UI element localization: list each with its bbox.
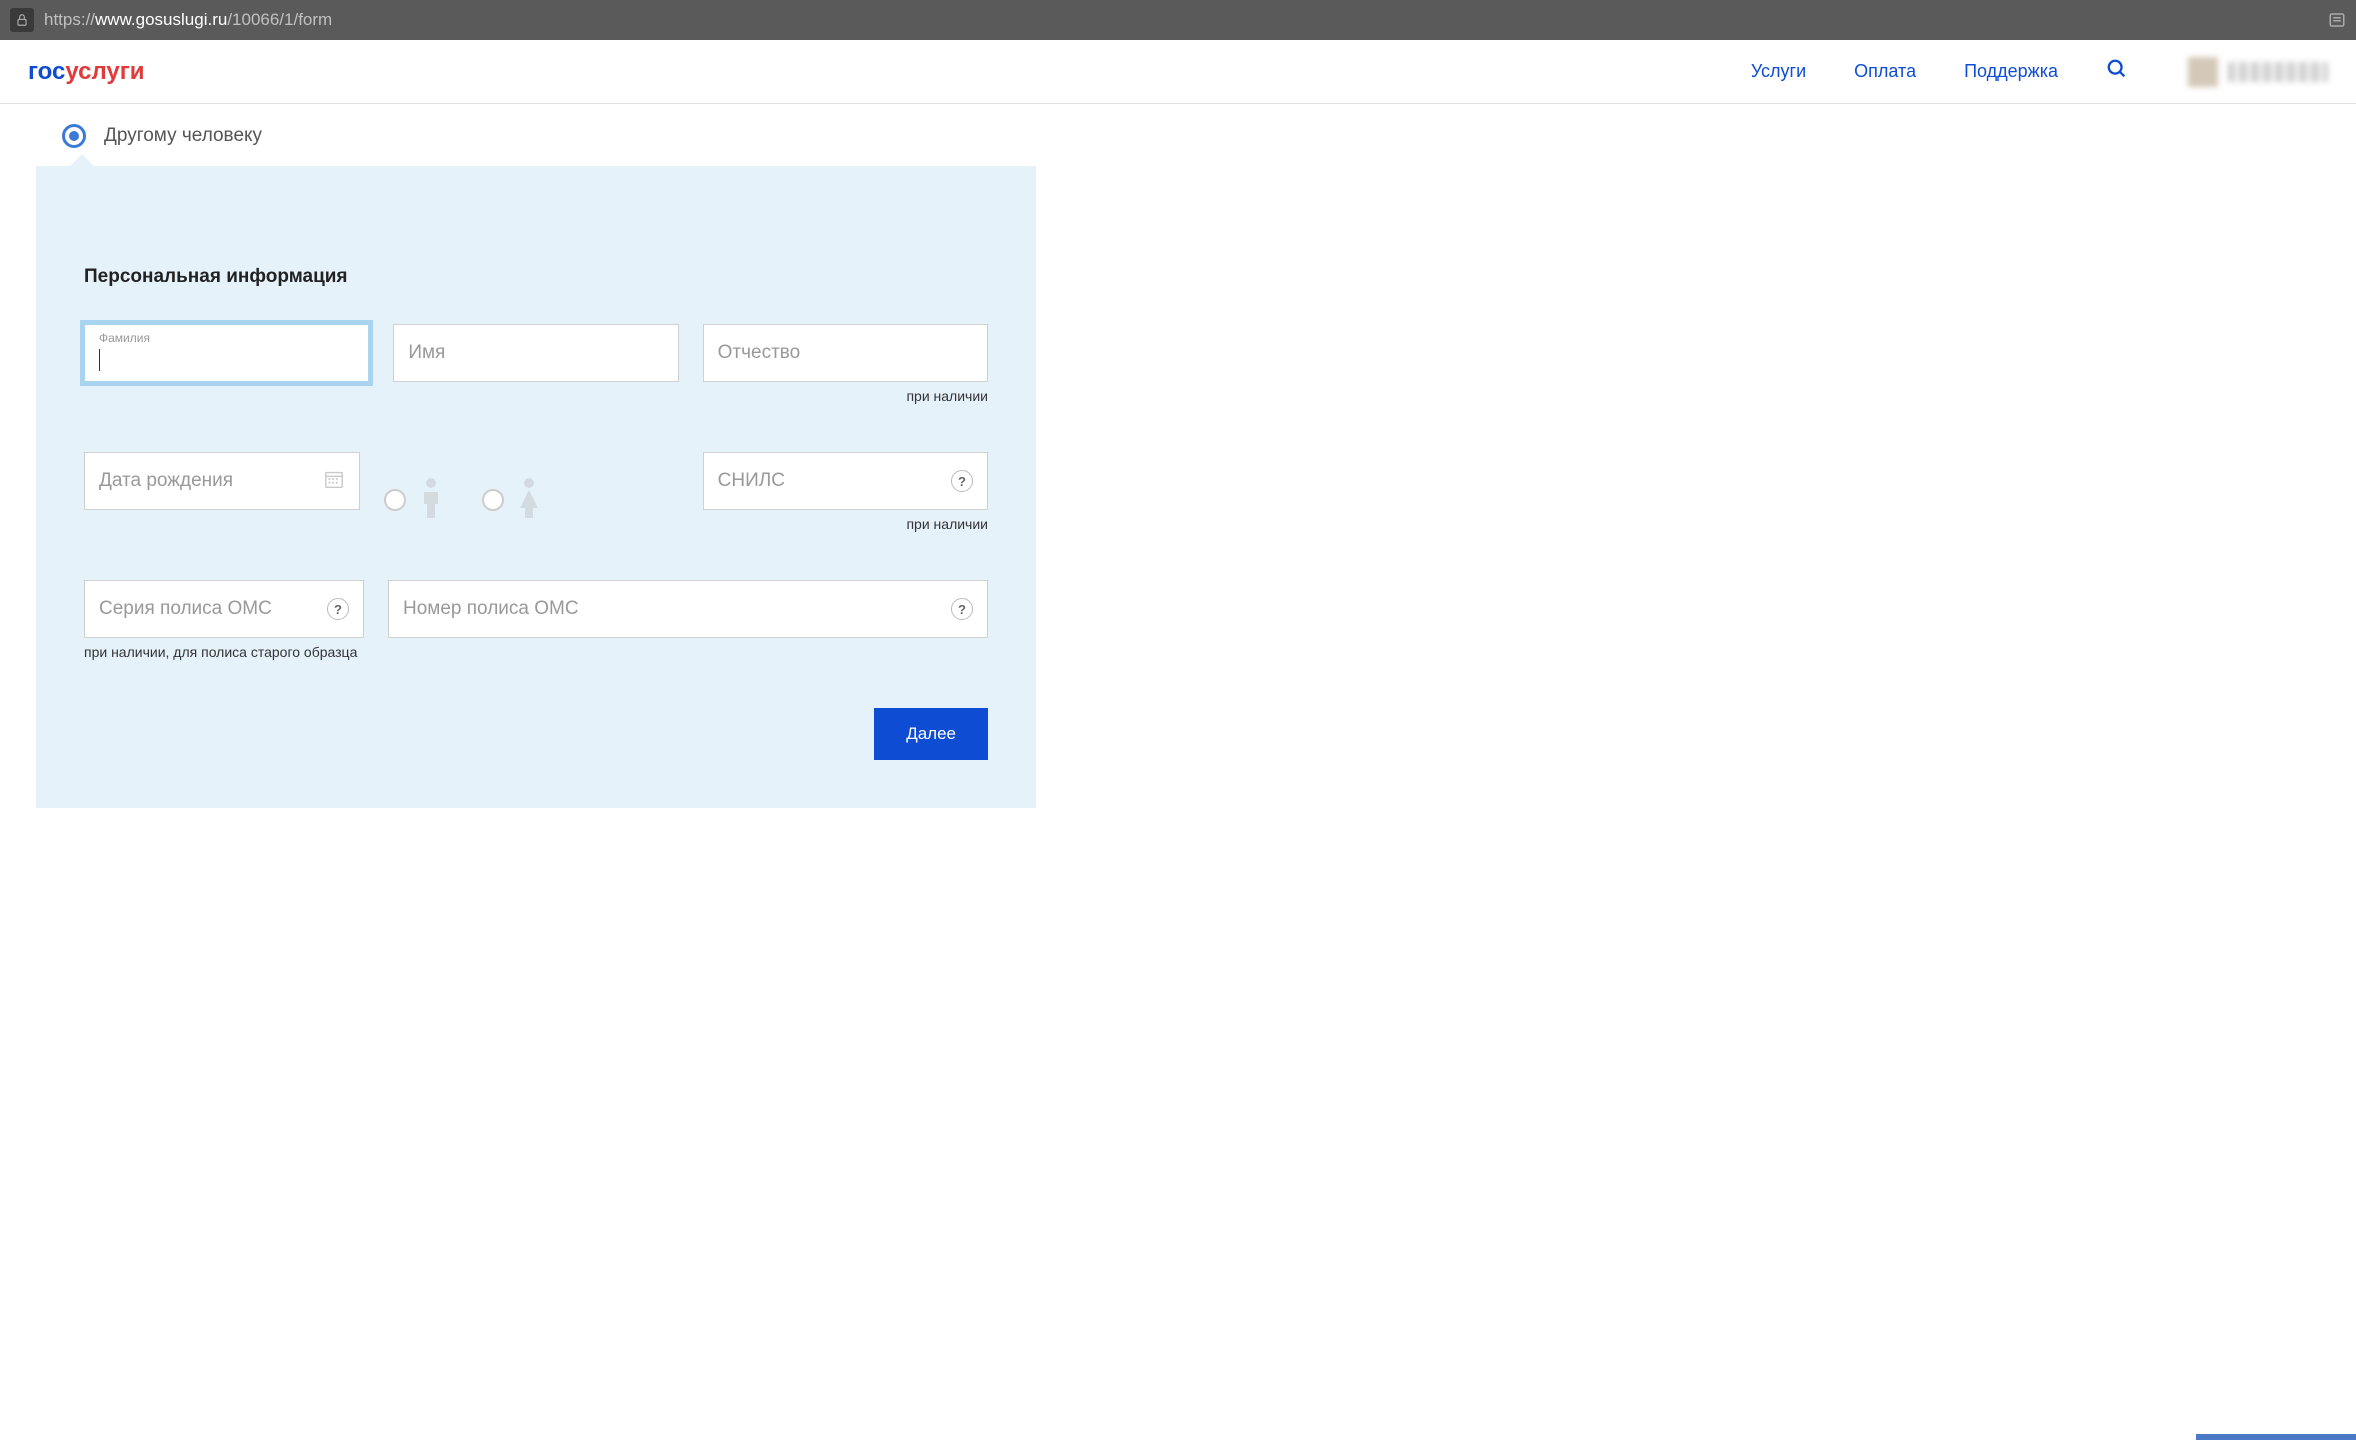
radio-other-person[interactable] xyxy=(62,124,86,148)
url-protocol: https:// xyxy=(44,10,95,29)
radio-other-person-row[interactable]: Другому человеку xyxy=(36,124,1036,148)
site-header: госуслуги Услуги Оплата Поддержка xyxy=(0,40,2356,104)
row-name: Фамилия Имя Отчество при наличии xyxy=(84,324,988,404)
gender-group xyxy=(384,468,679,532)
reader-icon[interactable] xyxy=(2328,11,2346,29)
nav-link-services[interactable]: Услуги xyxy=(1751,61,1806,82)
snils-hint: при наличии xyxy=(703,516,988,532)
patronymic-hint: при наличии xyxy=(703,388,988,404)
form-panel: Персональная информация Фамилия Имя Отче… xyxy=(36,166,1036,808)
next-button[interactable]: Далее xyxy=(874,708,988,760)
row-oms: Серия полиса ОМС ? при наличии, для поли… xyxy=(84,580,988,660)
birthdate-placeholder: Дата рождения xyxy=(99,470,233,492)
url-domain: www.gosuslugi.ru xyxy=(95,10,227,29)
oms-number-field[interactable]: Номер полиса ОМС ? xyxy=(388,580,988,638)
snils-field[interactable]: СНИЛС ? xyxy=(703,452,988,510)
oms-series-placeholder: Серия полиса ОМС xyxy=(99,598,272,620)
male-icon xyxy=(416,476,446,525)
top-nav: Услуги Оплата Поддержка xyxy=(1751,58,2128,85)
oms-series-field[interactable]: Серия полиса ОМС ? xyxy=(84,580,364,638)
browser-url-bar: https://www.gosuslugi.ru/10066/1/form xyxy=(0,0,2356,40)
avatar xyxy=(2188,57,2218,87)
patronymic-placeholder: Отчество xyxy=(718,342,801,364)
firstname-field[interactable]: Имя xyxy=(393,324,678,382)
patronymic-field[interactable]: Отчество xyxy=(703,324,988,382)
user-area[interactable] xyxy=(2188,57,2328,87)
row-dob-gender-snils: Дата рождения СНИЛС xyxy=(84,452,988,532)
oms-series-hint: при наличии, для полиса старого образца xyxy=(84,644,364,660)
oms-series-help-icon[interactable]: ? xyxy=(327,598,349,620)
female-icon xyxy=(514,476,544,525)
nav-link-support[interactable]: Поддержка xyxy=(1964,61,2058,82)
snils-placeholder: СНИЛС xyxy=(718,470,785,492)
oms-number-help-icon[interactable]: ? xyxy=(951,598,973,620)
lastname-label: Фамилия xyxy=(99,331,150,345)
logo-part1: гос xyxy=(28,58,65,85)
lastname-field[interactable]: Фамилия xyxy=(84,324,369,382)
text-cursor xyxy=(99,349,100,371)
main-content: Другому человеку Персональная информация… xyxy=(36,104,1036,808)
url-text[interactable]: https://www.gosuslugi.ru/10066/1/form xyxy=(44,10,2318,30)
gender-male-radio[interactable] xyxy=(384,489,406,511)
url-path: /10066/1/form xyxy=(227,10,332,29)
user-name xyxy=(2228,62,2328,82)
gender-female-radio[interactable] xyxy=(482,489,504,511)
search-icon[interactable] xyxy=(2106,58,2128,85)
site-logo[interactable]: госуслуги xyxy=(28,58,145,86)
radio-other-person-label: Другому человеку xyxy=(104,125,262,147)
snils-help-icon[interactable]: ? xyxy=(951,470,973,492)
section-title: Персональная информация xyxy=(84,266,988,288)
bottom-progress-bar xyxy=(2196,1434,2356,1440)
oms-number-placeholder: Номер полиса ОМС xyxy=(403,598,579,620)
lock-icon xyxy=(10,8,34,32)
firstname-placeholder: Имя xyxy=(408,342,445,364)
birthdate-field[interactable]: Дата рождения xyxy=(84,452,360,510)
calendar-icon[interactable] xyxy=(323,468,345,495)
nav-link-payment[interactable]: Оплата xyxy=(1854,61,1916,82)
logo-part2: услуги xyxy=(65,58,144,85)
